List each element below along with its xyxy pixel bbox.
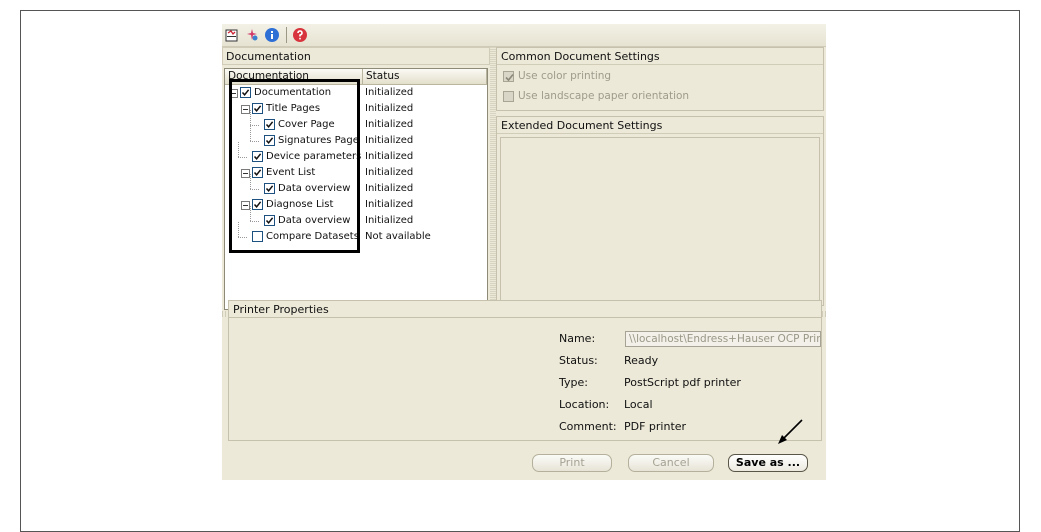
tree-item-label: Compare Datasets (266, 231, 359, 242)
landscape-checkbox[interactable] (503, 91, 514, 102)
tree-row[interactable]: Event List Initialized (225, 166, 485, 182)
tree-item-status: Initialized (365, 151, 414, 162)
extended-settings-section: Extended Document Settings (496, 116, 824, 306)
collapse-toggle-icon[interactable] (229, 89, 238, 98)
toolbar (222, 24, 826, 47)
printer-name-label: Name: (559, 332, 596, 345)
printer-status-value: Ready (624, 354, 659, 367)
document-icon[interactable] (224, 27, 240, 43)
tree-row[interactable]: Signatures Page Initialized (225, 126, 485, 150)
tree-item-status: Initialized (365, 183, 414, 194)
collapse-toggle-icon[interactable] (241, 105, 250, 114)
collapse-toggle-icon[interactable] (241, 201, 250, 210)
tree-connector (250, 126, 251, 141)
tree-item-status: Initialized (365, 119, 414, 130)
printer-location-label: Location: (559, 398, 610, 411)
printer-location-value: Local (624, 398, 653, 411)
tree-item-status: Initialized (365, 135, 414, 146)
tree-row[interactable]: Title Pages Initialized (225, 102, 485, 118)
printer-properties-title: Printer Properties (229, 301, 821, 318)
tree-item-status: Not available (365, 231, 431, 242)
tree-item-status: Initialized (365, 167, 414, 178)
collapse-toggle-icon[interactable] (241, 169, 250, 178)
tree-connector (250, 174, 251, 189)
tree-item-label: Title Pages (266, 103, 321, 114)
color-printing-label: Use color printing (518, 70, 612, 82)
column-header-documentation[interactable]: Documentation (225, 69, 363, 85)
tree-item-status: Initialized (365, 199, 414, 210)
documentation-tree[interactable]: Documentation Status Documentation Initia… (224, 68, 488, 310)
extended-settings-title: Extended Document Settings (497, 117, 823, 134)
documentation-panel-title: Documentation (222, 47, 490, 65)
column-header-status[interactable]: Status (363, 69, 487, 85)
extended-settings-content (500, 137, 820, 302)
tree-item-label: Signatures Page (278, 135, 359, 146)
printer-comment-value: PDF printer (624, 420, 687, 433)
checked-checkbox[interactable] (252, 167, 263, 178)
printer-properties-section: Printer Properties Name: \\localhost\End… (228, 300, 822, 441)
tree-connector (238, 157, 247, 158)
tree-connector (250, 125, 259, 126)
tree-connector (250, 221, 259, 222)
info-icon[interactable] (264, 27, 280, 43)
pointer-arrow-annotation (778, 419, 803, 444)
tree-item-label: Diagnose List (266, 199, 334, 210)
tree-row[interactable]: Cover Page Initialized (225, 110, 485, 134)
unchecked-checkbox[interactable] (252, 231, 263, 242)
tree-item-label: Event List (266, 167, 316, 178)
print-dialog: Documentation Documentation Status Docum… (222, 24, 826, 480)
checked-checkbox[interactable] (264, 183, 275, 194)
settings-icon[interactable] (244, 27, 260, 43)
printer-comment-label: Comment: (559, 420, 617, 433)
color-printing-checkbox[interactable] (503, 71, 514, 82)
tree-row[interactable]: Documentation Initialized (225, 86, 485, 102)
tree-item-label: Documentation (254, 87, 332, 98)
checked-checkbox[interactable] (240, 87, 251, 98)
tree-connector (250, 206, 251, 221)
tree-item-label: Data overview (278, 183, 351, 194)
checked-checkbox[interactable] (264, 119, 275, 130)
printer-name-field[interactable]: \\localhost\Endress+Hauser OCP Printer (625, 331, 821, 347)
cancel-button[interactable]: Cancel (628, 454, 714, 472)
tree-item-status: Initialized (365, 87, 414, 98)
tree-item-label: Data overview (278, 215, 351, 226)
tree-connector (238, 237, 247, 238)
tree-row[interactable]: Data overview Initialized (225, 206, 485, 230)
tree-item-label: Cover Page (278, 119, 335, 130)
tree-item-status: Initialized (365, 215, 414, 226)
tree-item-label: Device parameters (266, 151, 362, 162)
tree-row[interactable]: Compare Datasets Not available (225, 222, 485, 246)
common-settings-title: Common Document Settings (497, 48, 823, 65)
tree-row[interactable]: Diagnose List Initialized (225, 198, 485, 214)
checked-checkbox[interactable] (252, 103, 263, 114)
printer-type-label: Type: (559, 376, 588, 389)
checked-checkbox[interactable] (252, 199, 263, 210)
tree-item-status: Initialized (365, 103, 414, 114)
checked-checkbox[interactable] (264, 135, 275, 146)
printer-status-label: Status: (559, 354, 598, 367)
checked-checkbox[interactable] (264, 215, 275, 226)
tree-connector (238, 222, 239, 237)
tree-connector (250, 141, 259, 142)
landscape-label: Use landscape paper orientation (518, 90, 690, 102)
tree-connector (238, 142, 239, 157)
help-icon[interactable] (292, 27, 308, 43)
tree-row[interactable]: Device parameters Initialized (225, 142, 485, 166)
print-button[interactable]: Print (532, 454, 612, 472)
printer-type-value: PostScript pdf printer (624, 376, 741, 389)
toolbar-separator (286, 27, 287, 43)
save-as-button[interactable]: Save as ... (728, 454, 808, 472)
tree-connector (250, 110, 251, 125)
tree-connector (250, 189, 259, 190)
checked-checkbox[interactable] (252, 151, 263, 162)
common-settings-section: Common Document Settings Use color print… (496, 47, 824, 111)
tree-row[interactable]: Data overview Initialized (225, 174, 485, 198)
